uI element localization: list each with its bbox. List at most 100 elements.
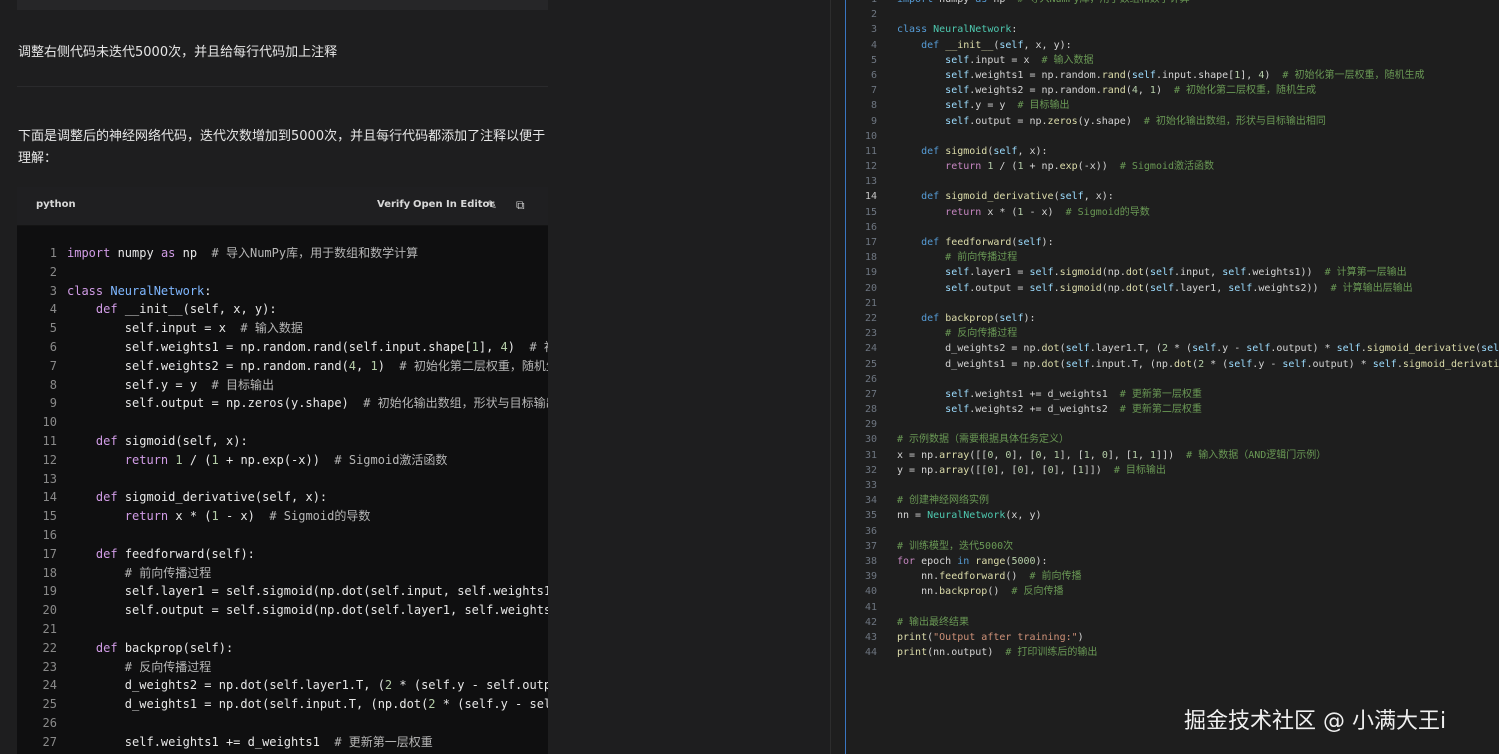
editor-code-text[interactable]: self.input = x # 输入数据 [897,53,1093,68]
editor-code-text[interactable]: # 前向传播过程 [897,250,1017,265]
open-in-editor-button[interactable]: Open In Editor [413,199,494,210]
editor-code-text[interactable]: # 训练模型，迭代5000次 [897,539,1013,554]
editor-code-text[interactable]: def sigmoid_derivative(self, x): [897,189,1114,204]
line-number: 10 [42,415,57,430]
editor-line[interactable]: 35 nn = NeuralNetwork(x, y) [831,508,1499,523]
editor-line[interactable]: 29 [831,417,1499,432]
editor-line[interactable]: 9 self.output = np.zeros(y.shape) # 初始化输… [831,114,1499,129]
editor-line[interactable]: 16 [831,220,1499,235]
editor-code-text[interactable]: d_weights1 = np.dot(self.input.T, (np.do… [897,357,1499,372]
editor-code-text[interactable]: nn.feedforward() # 前向传播 [897,569,1081,584]
copy-icon[interactable]: ⧉ [516,198,525,213]
editor-line[interactable]: 1 import numpy as np # 导入NumPy库，用于数组和数学计算 [831,0,1499,7]
editor-line[interactable]: 3 class NeuralNetwork: [831,22,1499,37]
editor-line[interactable]: 43 print("Output after training:") [831,630,1499,645]
editor-line[interactable]: 44 print(nn.output) # 打印训练后的输出 [831,645,1499,660]
editor-code-text[interactable]: d_weights2 = np.dot(self.layer1.T, (2 * … [897,341,1499,356]
editor-line[interactable]: 32 y = np.array([[0], [0], [0], [1]]) # 目… [831,463,1499,478]
editor-line[interactable]: 39 nn.feedforward() # 前向传播 [831,569,1499,584]
line-number: 13 [42,471,57,486]
editor-line[interactable]: 26 [831,372,1499,387]
editor-code-text[interactable]: # 示例数据（需要根据具体任务定义） [897,432,1069,447]
editor-code-text[interactable]: def sigmoid(self, x): [897,144,1047,159]
code-editor-panel[interactable]: 1 import numpy as np # 导入NumPy库，用于数组和数学计算… [830,0,1499,754]
code-line: 18 # 前向传播过程 [17,564,548,583]
pencil-icon[interactable]: ✎ [487,198,497,212]
editor-line[interactable]: 2 [831,7,1499,22]
editor-line[interactable]: 34 # 创建神经网络实例 [831,493,1499,508]
editor-code-body[interactable]: 1 import numpy as np # 导入NumPy库，用于数组和数学计算… [831,0,1499,660]
editor-line[interactable]: 15 return x * (1 - x) # Sigmoid的导数 [831,205,1499,220]
editor-line[interactable]: 19 self.layer1 = self.sigmoid(np.dot(sel… [831,265,1499,280]
editor-line[interactable]: 23 # 反向传播过程 [831,326,1499,341]
editor-line[interactable]: 21 [831,296,1499,311]
editor-code-text[interactable]: # 创建神经网络实例 [897,493,989,508]
editor-code-text[interactable]: # 输出最终结果 [897,615,969,630]
editor-line[interactable]: 4 def __init__(self, x, y): [831,38,1499,53]
editor-line[interactable]: 27 self.weights1 += d_weights1 # 更新第一层权重 [831,387,1499,402]
line-number: 9 [49,396,57,411]
editor-line[interactable]: 24 d_weights2 = np.dot(self.layer1.T, (2… [831,341,1499,356]
editor-line-number: 22 [864,312,877,324]
editor-line[interactable]: 41 [831,600,1499,615]
editor-code-text[interactable]: y = np.array([[0], [0], [0], [1]]) # 目标输… [897,463,1166,478]
code-text: def sigmoid_derivative(self, x): [95,490,328,505]
editor-code-text[interactable]: def backprop(self): [897,311,1035,326]
editor-line[interactable]: 33 [831,478,1499,493]
editor-line[interactable]: 22 def backprop(self): [831,311,1499,326]
editor-code-text[interactable]: nn = NeuralNetwork(x, y) [897,508,1042,523]
editor-code-text[interactable]: self.y = y # 目标输出 [897,98,1069,113]
editor-line[interactable]: 13 [831,174,1499,189]
editor-line[interactable]: 8 self.y = y # 目标输出 [831,98,1499,113]
editor-code-text[interactable]: self.output = self.sigmoid(np.dot(self.l… [897,281,1412,296]
editor-line-number: 31 [864,449,877,461]
editor-line[interactable]: 30 # 示例数据（需要根据具体任务定义） [831,432,1499,447]
editor-code-text[interactable]: self.layer1 = self.sigmoid(np.dot(self.i… [897,265,1406,280]
editor-line[interactable]: 25 d_weights1 = np.dot(self.input.T, (np… [831,357,1499,372]
editor-line[interactable]: 31 x = np.array([[0, 0], [0, 1], [1, 0], … [831,448,1499,463]
editor-line[interactable]: 37 # 训练模型，迭代5000次 [831,539,1499,554]
editor-code-text[interactable]: class NeuralNetwork: [897,22,1017,37]
editor-code-text[interactable]: print(nn.output) # 打印训练后的输出 [897,645,1097,660]
editor-code-text[interactable]: x = np.array([[0, 0], [0, 1], [1, 0], [1… [897,448,1326,463]
verify-button[interactable]: Verify [377,199,410,210]
editor-line-number: 40 [864,586,877,598]
editor-code-text[interactable]: self.output = np.zeros(y.shape) # 初始化输出数… [897,114,1326,129]
editor-line[interactable]: 42 # 输出最终结果 [831,615,1499,630]
editor-line[interactable]: 14 def sigmoid_derivative(self, x): [831,189,1499,204]
editor-code-text[interactable]: return x * (1 - x) # Sigmoid的导数 [897,205,1150,220]
editor-code-text[interactable]: nn.backprop() # 反向传播 [897,584,1063,599]
editor-line[interactable]: 7 self.weights2 = np.random.rand(4, 1) #… [831,83,1499,98]
editor-code-text[interactable]: self.weights2 = np.random.rand(4, 1) # 初… [897,83,1316,98]
editor-line[interactable]: 12 return 1 / (1 + np.exp(-x)) # Sigmoid… [831,159,1499,174]
editor-code-text[interactable]: print("Output after training:") [897,630,1084,645]
editor-line[interactable]: 6 self.weights1 = np.random.rand(self.in… [831,68,1499,83]
editor-code-text[interactable]: self.weights1 = np.random.rand(self.inpu… [897,68,1424,83]
editor-line[interactable]: 36 [831,524,1499,539]
editor-line[interactable]: 5 self.input = x # 输入数据 [831,53,1499,68]
editor-line[interactable]: 28 self.weights2 += d_weights2 # 更新第二层权重 [831,402,1499,417]
line-number: 17 [42,546,57,561]
editor-code-text[interactable]: self.weights2 += d_weights2 # 更新第二层权重 [897,402,1202,417]
editor-line[interactable]: 11 def sigmoid(self, x): [831,144,1499,159]
editor-line[interactable]: 17 def feedforward(self): [831,235,1499,250]
editor-code-text[interactable]: import numpy as np # 导入NumPy库，用于数组和数学计算 [897,0,1190,7]
code-line: 23 # 反向传播过程 [17,658,548,677]
code-line: 12 return 1 / (1 + np.exp(-x)) # Sigmoid… [17,451,548,470]
code-line: 5 self.input = x # 输入数据 [17,319,548,338]
editor-line[interactable]: 40 nn.backprop() # 反向传播 [831,584,1499,599]
line-number: 8 [49,377,57,392]
code-line: 21 [17,620,548,639]
editor-line[interactable]: 20 self.output = self.sigmoid(np.dot(sel… [831,281,1499,296]
editor-line-number: 28 [864,404,877,416]
editor-code-text[interactable]: # 反向传播过程 [897,326,1017,341]
editor-code-text[interactable]: def __init__(self, x, y): [897,38,1072,53]
editor-line[interactable]: 18 # 前向传播过程 [831,250,1499,265]
editor-code-text[interactable]: return 1 / (1 + np.exp(-x)) # Sigmoid激活函… [897,159,1214,174]
editor-line[interactable]: 38 for epoch in range(5000): [831,554,1499,569]
editor-code-text[interactable]: self.weights1 += d_weights1 # 更新第一层权重 [897,387,1202,402]
editor-code-text[interactable]: def feedforward(self): [897,235,1054,250]
editor-line[interactable]: 10 [831,129,1499,144]
editor-line-number: 29 [864,419,877,431]
editor-code-text[interactable]: for epoch in range(5000): [897,554,1048,569]
